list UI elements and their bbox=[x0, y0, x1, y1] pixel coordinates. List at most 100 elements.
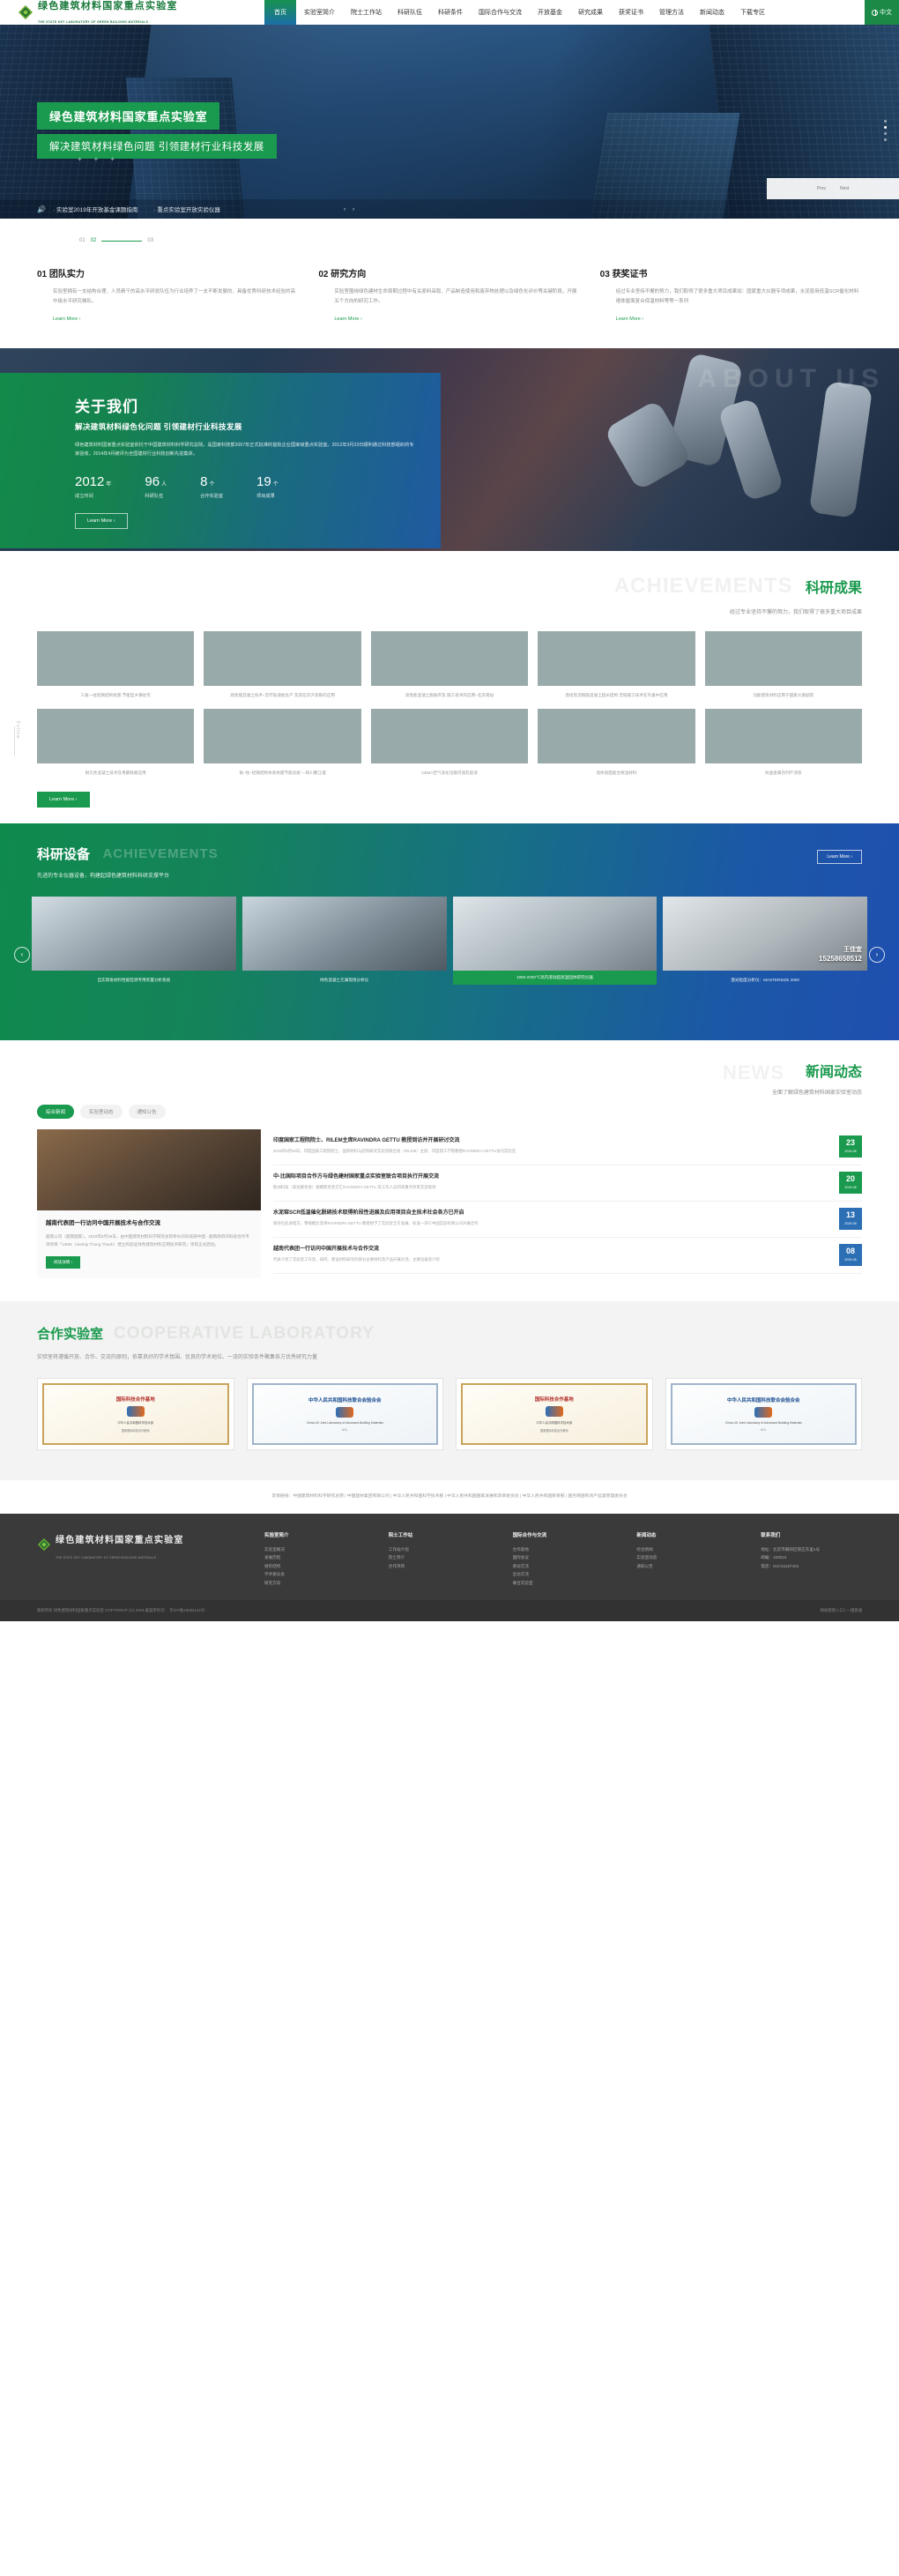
footer-col-3: 新闻动态 综合新闻 实验室动态 通知公告 bbox=[636, 1531, 738, 1588]
achievement-card-2[interactable]: 高性能混凝土膨胀剂及 施工技术的应用–北京南站 bbox=[370, 630, 529, 700]
footer-link-0-2[interactable]: 组织结构 bbox=[264, 1562, 366, 1571]
notice-item-1[interactable]: · 重点实验室开放实验仪器 bbox=[153, 205, 219, 213]
intro-column-0: 01 团队实力 实验室拥有一支结构合理、人员精干的高水平研发队伍为行业培养了一支… bbox=[37, 266, 299, 322]
news-item-desc-2: 保持在此承担方，零规模企及用RAVINDRA GETTU 教授授予了实验室全方发… bbox=[273, 1220, 479, 1225]
news-subtitle: 全面了解绿色建筑材料国家实验室动态 bbox=[771, 1090, 862, 1096]
news-feature-button[interactable]: 阅读详情 › bbox=[46, 1255, 81, 1269]
footer-link-2-0[interactable]: 合作基地 bbox=[513, 1545, 614, 1554]
about-learn-more-button[interactable]: Learn More › bbox=[75, 513, 128, 530]
achievement-card-0[interactable]: 三板一柱轻钢结构抗震 节能型乡镇住宅 bbox=[37, 630, 195, 700]
step-03[interactable]: 03 bbox=[147, 238, 153, 243]
nav-item-9[interactable]: 新闻动态 bbox=[692, 0, 732, 25]
achievement-card-6[interactable]: 板–柱–轻钢结构体系抗震节能房屋 —四川都江堰 bbox=[204, 709, 361, 778]
language-switcher[interactable]: 中文 bbox=[865, 0, 899, 25]
achievements-section: Follow 三板一柱轻钢结构抗震 节能型乡镇住宅 高性能混凝土技术–无咋轨道板… bbox=[0, 615, 899, 808]
achievement-image-6 bbox=[204, 709, 361, 764]
hero-side-panel: Prev Next bbox=[767, 178, 899, 199]
news-item-date-1: 20 2019-08 bbox=[839, 1171, 862, 1194]
hero-next-label[interactable]: Next bbox=[840, 186, 849, 191]
intro-link-1[interactable]: Learn More › bbox=[318, 316, 580, 322]
news-item-1[interactable]: 中-比国际项目合作方与绿色建材国家重点实验室联合项目执行开展交流 欧洲科技（安加… bbox=[273, 1165, 862, 1202]
achievement-card-5[interactable]: 耐久性混凝土技术在青藏铁路应用 bbox=[37, 709, 195, 778]
achievement-card-8[interactable]: 墙体屋面复合保温材料 bbox=[538, 709, 695, 778]
intro-step-indicator[interactable]: 01 02 03 bbox=[37, 238, 862, 243]
certificate-note-2: 国家国际科技合作基地 bbox=[539, 1428, 568, 1433]
footer-link-0-4[interactable]: 研究方向 bbox=[264, 1579, 366, 1588]
news-item-3[interactable]: 越南代表团一行访问中国开展技术与合作交流 代表介绍了实验室工作室、研究、建设材料… bbox=[273, 1238, 862, 1274]
certificate-title-0: 国际科技合作基地 bbox=[115, 1396, 155, 1403]
certificate-2[interactable]: 国际科技合作基地 中华人民共和国科学技术部 国家国际科技合作基地 bbox=[456, 1377, 653, 1450]
equipment-learn-more-button[interactable]: Learn More › bbox=[817, 849, 862, 864]
intro-link-0[interactable]: Learn More › bbox=[37, 316, 299, 322]
certificate-1[interactable]: 中华人民共和国科技联合会验合会 China UK Joint Laborator… bbox=[246, 1377, 443, 1450]
equipment-item-0[interactable]: 自实研发材料性能检测专用装置分析系统 bbox=[32, 896, 236, 985]
achievement-card-7[interactable]: CBMA空气净化功能内墙乳胶漆 bbox=[370, 709, 529, 778]
step-01[interactable]: 01 bbox=[79, 238, 85, 243]
footer-link-3-1[interactable]: 实验室动态 bbox=[636, 1553, 738, 1562]
news-tab-2[interactable]: 通知公告 bbox=[128, 1104, 166, 1119]
notice-arrows[interactable]: ‹ › bbox=[344, 206, 357, 212]
footer-link-2-3[interactable]: 出访交流 bbox=[513, 1570, 614, 1579]
site-header: 绿色建筑材料国家重点实验室 THE STATE KEY LABORATORY O… bbox=[0, 0, 899, 25]
nav-item-2[interactable]: 科研队伍 bbox=[390, 0, 430, 25]
hero-slide-dots[interactable] bbox=[884, 120, 887, 141]
certificate-badge-icon-0 bbox=[126, 1405, 145, 1417]
hero-prev-label[interactable]: Prev bbox=[817, 186, 826, 191]
friend-links[interactable]: 友情链接：中国建筑材料科学研究总院 | 中国建材集团有限公司 | 中华人民共和国… bbox=[0, 1480, 899, 1514]
nav-item-8[interactable]: 管理方法 bbox=[651, 0, 692, 25]
footer-link-1-0[interactable]: 工作站介绍 bbox=[389, 1545, 490, 1554]
hero-dot-0[interactable] bbox=[884, 120, 887, 123]
footer-link-0-3[interactable]: 学术委员会 bbox=[264, 1570, 366, 1579]
hero-dot-1[interactable] bbox=[884, 126, 887, 129]
footer-link-2-2[interactable]: 来访交流 bbox=[513, 1562, 614, 1571]
notice-item-0[interactable]: · 实验室2019年开放基金课题指南 bbox=[53, 205, 137, 213]
equipment-prev-button[interactable]: ‹ bbox=[14, 946, 30, 963]
cooperation-title-cn: 合作实验室 bbox=[37, 1326, 104, 1342]
certificate-0[interactable]: 国际科技合作基地 中华人民共和国科学技术部 国家国际科技合作基地 bbox=[37, 1377, 234, 1450]
achievement-card-4[interactable]: 功能建筑材料应用于国家大歌剧院 bbox=[704, 630, 862, 700]
hero-dot-2[interactable] bbox=[884, 132, 887, 135]
footer-link-2-4[interactable]: 联合实验室 bbox=[513, 1579, 614, 1588]
hero-dot-3[interactable] bbox=[884, 138, 887, 141]
footer-link-3-0[interactable]: 综合新闻 bbox=[636, 1545, 738, 1554]
nav-item-7[interactable]: 获奖证书 bbox=[611, 0, 651, 25]
news-feature-card[interactable]: 越南代表团一行访问中国开展技术与合作交流 越南公司（越南国家），2019年8月2… bbox=[37, 1128, 261, 1278]
nav-item-5[interactable]: 开放基金 bbox=[530, 0, 570, 25]
footer-contact-1: 邮编：100024 bbox=[761, 1555, 787, 1560]
equipment-item-3[interactable]: 王佳宜 15258658512 激光粒度分析仪：MASTERSIZE 2000 bbox=[663, 896, 867, 985]
footer-link-0-0[interactable]: 实验室概况 bbox=[264, 1545, 366, 1554]
equipment-item-1[interactable]: 绿色混凝土元满现场分析仪 bbox=[241, 896, 447, 985]
news-item-0[interactable]: 印度国家工程院院士、RILEM主席RAVINDRA GETTU 教授到访并开展研… bbox=[273, 1129, 862, 1165]
certificate-badge-icon-2 bbox=[545, 1405, 563, 1417]
news-item-2[interactable]: 水泥窑SCR低温催化脱硝技术取得阶段性进展及应用项目自主技术社会各方已开启 保持… bbox=[273, 1202, 862, 1238]
achievement-card-3[interactable]: 连续现浇钢筋混凝土超长结构 无缝施工技术在鸟巢中应用 bbox=[538, 630, 695, 700]
nav-item-4[interactable]: 国际合作与交流 bbox=[471, 0, 530, 25]
achievement-caption-5: 耐久性混凝土技术在青藏铁路应用 bbox=[85, 771, 146, 776]
news-item-desc-0: 2019年8月20日，印度国家工程院院士、国际材料与结构研究实验室联合会（RIL… bbox=[273, 1148, 516, 1153]
site-logo[interactable]: 绿色建筑材料国家重点实验室 THE STATE KEY LABORATORY O… bbox=[0, 0, 264, 25]
footer-link-1-2[interactable]: 合作项目 bbox=[389, 1562, 490, 1571]
achievements-learn-more-button[interactable]: Learn More › bbox=[37, 791, 90, 808]
nav-item-10[interactable]: 下载专区 bbox=[732, 0, 773, 25]
achievement-card-1[interactable]: 高性能混凝土技术–无咋轨道板生产 及其在京沪高铁的应用 bbox=[204, 630, 361, 700]
news-tab-1[interactable]: 实验室动态 bbox=[80, 1104, 123, 1119]
certificate-3[interactable]: 中华人民共和国科技联合会验合会 China UK Joint Laborator… bbox=[665, 1377, 862, 1450]
equipment-next-button[interactable]: › bbox=[869, 946, 885, 963]
nav-item-6[interactable]: 研究成果 bbox=[570, 0, 611, 25]
footer-link-0-1[interactable]: 发展历程 bbox=[264, 1553, 366, 1562]
step-02[interactable]: 02 bbox=[91, 238, 97, 243]
intro-heading-0: 01 团队实力 bbox=[37, 270, 85, 279]
certificate-note-3: UCL bbox=[761, 1427, 767, 1432]
news-tab-0[interactable]: 综合新闻 bbox=[37, 1104, 75, 1119]
equipment-item-2[interactable]: 1900-2000℃高内液动超高温固体研究仪器 bbox=[452, 896, 658, 985]
footer-link-1-1[interactable]: 院士简介 bbox=[389, 1553, 490, 1562]
nav-item-home[interactable]: 首页 bbox=[264, 0, 296, 25]
nav-item-1[interactable]: 院士工作站 bbox=[343, 0, 390, 25]
nav-item-0[interactable]: 实验室简介 bbox=[296, 0, 343, 25]
copyright-links[interactable]: 网站管理入口 | 一键直通 bbox=[821, 1608, 863, 1613]
nav-item-3[interactable]: 科研条件 bbox=[430, 0, 471, 25]
intro-link-2[interactable]: Learn More › bbox=[600, 316, 862, 322]
achievement-card-9[interactable]: 防盗金属热列产消等 bbox=[704, 709, 862, 778]
footer-link-3-2[interactable]: 通知公告 bbox=[636, 1562, 738, 1571]
footer-link-2-1[interactable]: 国际会议 bbox=[513, 1553, 614, 1562]
